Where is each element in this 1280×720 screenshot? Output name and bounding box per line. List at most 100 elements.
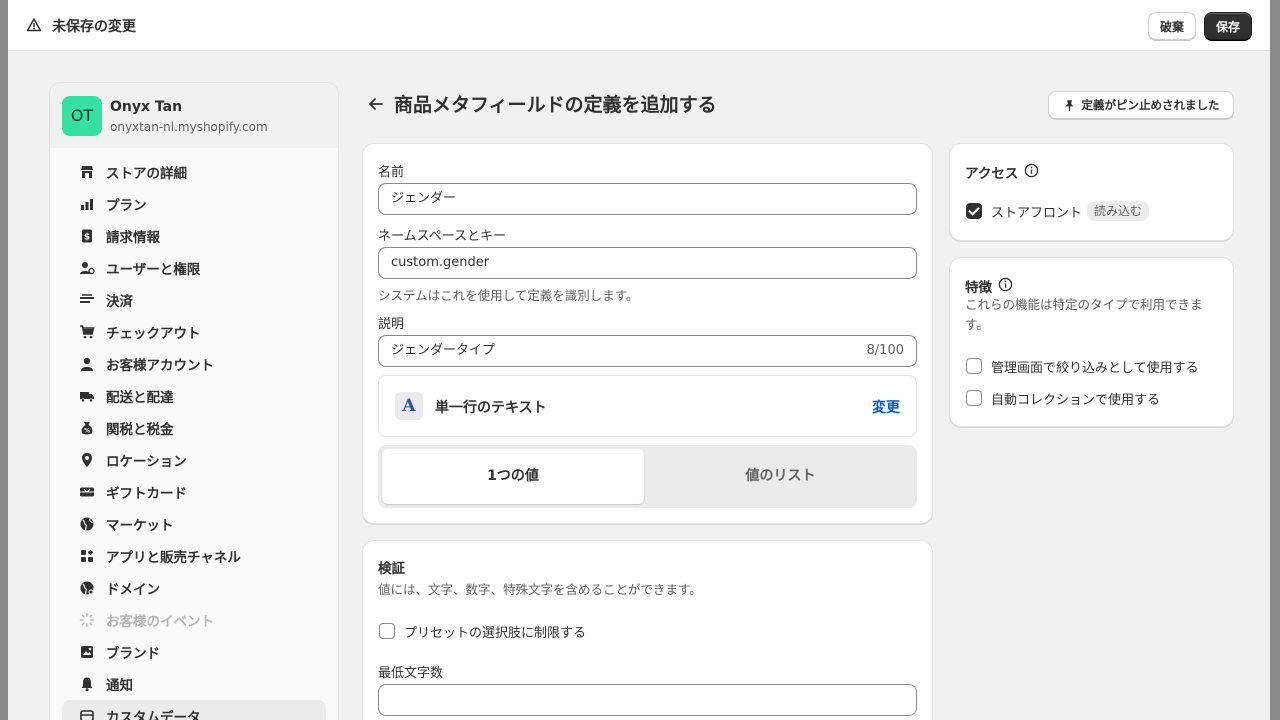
preset-label: プリセットの選択肢に制限する (404, 626, 587, 641)
sidebar-item-users[interactable]: ユーザーと権限 (62, 252, 326, 284)
users-icon (78, 259, 96, 277)
key-hint: システムはこれを使用して定義を識別します。 (378, 288, 639, 303)
domain-globe-icon (78, 579, 96, 597)
pin-icon (1064, 99, 1074, 111)
settings-sidebar: OT Onyx Tan onyxtan-nl.myshopify.com ストア… (49, 82, 339, 720)
sidebar-item-gift-cards[interactable]: ギフトカード (62, 476, 326, 508)
value-mode-toggle: 1つの値 値のリスト (378, 445, 917, 508)
sidebar-item-label: カスタムデータ (106, 710, 201, 720)
plan-icon (78, 195, 96, 213)
sidebar-item-customer-events[interactable]: お客様のイベント (62, 604, 326, 636)
tax-icon: % (78, 419, 96, 437)
pinned-button[interactable]: 定義がピン止めされました (1048, 91, 1234, 119)
definition-card: 名前 ジェンダー ネームスペースとキー custom.gender システムはこ… (362, 143, 933, 524)
admin-filter-label: 管理画面で絞り込みとして使用する (991, 361, 1199, 376)
sidebar-item-label: ストアの詳細 (106, 166, 187, 182)
sidebar-item-domains[interactable]: ドメイン (62, 572, 326, 604)
storefront-label: ストアフロント (991, 206, 1083, 221)
truck-icon (78, 387, 96, 405)
sidebar-item-customer-accounts[interactable]: お客様アカウント (62, 348, 326, 380)
features-desc: これらの機能は特定のタイプで利用できます。 (965, 297, 1203, 332)
read-badge: 読み込む (1087, 201, 1150, 221)
brand-icon (78, 643, 96, 661)
store-header[interactable]: OT Onyx Tan onyxtan-nl.myshopify.com (50, 83, 338, 148)
sidebar-item-label: ドメイン (106, 582, 160, 598)
cart-icon (78, 323, 96, 341)
apps-icon (78, 547, 96, 565)
avatar: OT (62, 96, 102, 136)
custom-data-icon (78, 707, 96, 720)
namespace-key-field[interactable]: custom.gender (378, 247, 917, 279)
description-field[interactable]: ジェンダータイプ 8/100 (378, 335, 917, 367)
sidebar-item-shipping[interactable]: 配送と配達 (62, 380, 326, 412)
change-type-link[interactable]: 変更 (872, 397, 900, 417)
payments-icon (78, 291, 96, 309)
globe-icon (78, 515, 96, 533)
sidebar-item-checkout[interactable]: チェックアウト (62, 316, 326, 348)
store-domain: onyxtan-nl.myshopify.com (110, 120, 268, 134)
min-length-field[interactable] (378, 684, 917, 716)
sidebar-item-label: お客様アカウント (106, 358, 214, 374)
sidebar-item-payments[interactable]: 決済 (62, 284, 326, 316)
text-type-icon: A (395, 392, 423, 420)
pinned-label: 定義がピン止めされました (1081, 98, 1220, 112)
info-icon[interactable] (998, 277, 1013, 292)
sidebar-item-markets[interactable]: マーケット (62, 508, 326, 540)
access-title: アクセス (965, 166, 1019, 182)
warning-icon (26, 18, 42, 32)
info-icon[interactable] (1024, 163, 1039, 178)
sidebar-item-label: 請求情報 (106, 230, 160, 246)
type-selector: A 単一行のテキスト 変更 (378, 375, 917, 437)
sidebar-item-brand[interactable]: ブランド (62, 636, 326, 668)
sidebar-item-label: 関税と税金 (106, 422, 174, 438)
store-icon (78, 163, 96, 181)
svg-text:%: % (84, 428, 90, 435)
store-name: Onyx Tan (110, 99, 183, 115)
billing-icon: $ (78, 227, 96, 245)
sidebar-item-label: ユーザーと権限 (106, 262, 201, 278)
sidebar-item-billing[interactable]: $ 請求情報 (62, 220, 326, 252)
sparkle-icon (78, 611, 96, 629)
preset-checkbox[interactable] (379, 623, 395, 639)
min-length-label: 最低文字数 (378, 666, 444, 681)
validation-card: 検証 値には、文字、数字、特殊文字を含めることができます。 プリセットの選択肢に… (362, 540, 933, 720)
sidebar-item-label: プラン (106, 198, 147, 214)
value-list-option[interactable]: 値のリスト (648, 449, 913, 504)
settings-nav: ストアの詳細 プラン $ 請求情報 ユーザーと権限 決済 チェックアウト お客様… (50, 148, 338, 720)
sidebar-item-apps-channels[interactable]: アプリと販売チャネル (62, 540, 326, 572)
validation-title: 検証 (378, 561, 405, 577)
auto-collection-label: 自動コレクションで使用する (991, 393, 1161, 408)
sidebar-item-label: 通知 (106, 678, 133, 694)
page-title: 商品メタフィールドの定義を追加する (394, 94, 717, 116)
storefront-checkbox[interactable] (966, 203, 982, 219)
sidebar-item-store-details[interactable]: ストアの詳細 (62, 156, 326, 188)
sidebar-item-locations[interactable]: ロケーション (62, 444, 326, 476)
sidebar-item-custom-data[interactable]: カスタムデータ (62, 700, 326, 720)
auto-collection-checkbox[interactable] (966, 390, 982, 406)
sidebar-item-label: 決済 (106, 294, 133, 310)
sidebar-item-label: ギフトカード (106, 486, 187, 502)
one-value-option[interactable]: 1つの値 (382, 449, 644, 504)
back-arrow-icon[interactable] (366, 94, 386, 114)
unsaved-title: 未保存の変更 (52, 19, 136, 35)
access-card: アクセス ストアフロント 読み込む (949, 143, 1234, 241)
description-label: 説明 (378, 317, 405, 332)
discard-button[interactable]: 破棄 (1148, 12, 1196, 40)
sidebar-item-label: ブランド (106, 646, 160, 662)
features-card: 特徴 これらの機能は特定のタイプで利用できます。 管理画面で絞り込みとして使用す… (949, 257, 1234, 427)
svg-text:$: $ (84, 233, 90, 243)
sidebar-item-label: アプリと販売チャネル (106, 550, 241, 566)
sidebar-item-notifications[interactable]: 通知 (62, 668, 326, 700)
person-icon (78, 355, 96, 373)
save-button[interactable]: 保存 (1204, 12, 1252, 40)
type-name: 単一行のテキスト (435, 400, 547, 416)
character-counter: 8/100 (866, 343, 904, 358)
name-label: 名前 (378, 165, 405, 180)
name-field[interactable]: ジェンダー (378, 183, 917, 215)
admin-filter-checkbox[interactable] (966, 358, 982, 374)
page-header: 商品メタフィールドの定義を追加する 定義がピン止めされました (366, 88, 1234, 122)
sidebar-item-plan[interactable]: プラン (62, 188, 326, 220)
sidebar-item-duties-taxes[interactable]: % 関税と税金 (62, 412, 326, 444)
sidebar-item-label: お客様のイベント (106, 614, 214, 630)
key-label: ネームスペースとキー (378, 229, 507, 244)
